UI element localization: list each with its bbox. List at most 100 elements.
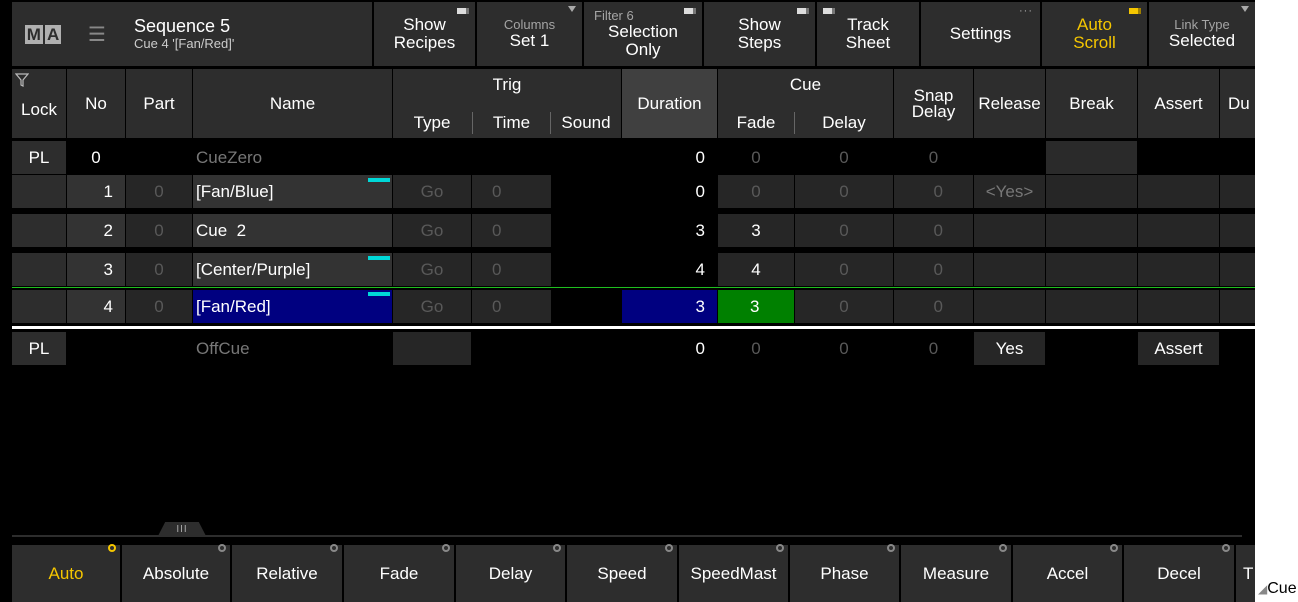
column-header-delay[interactable]: Delay [795,108,893,138]
cell-release[interactable] [974,253,1045,286]
sequence-title[interactable]: Sequence 5 Cue 4 '[Fan/Red]' [120,2,372,66]
cell-break[interactable] [1046,141,1137,174]
cell-part[interactable]: 0 [126,290,192,323]
encoder-fade-button[interactable]: Fade [344,544,454,602]
cell-duplicate[interactable] [1220,214,1255,247]
column-header-name[interactable]: Name [193,69,392,138]
cell-name[interactable]: [Fan/Blue] [193,175,392,208]
cell-type[interactable]: Go [393,290,471,323]
encoder-relative-button[interactable]: Relative [232,544,342,602]
cell-delay[interactable]: 0 [795,332,893,365]
cell-duration[interactable]: 3 [622,290,717,323]
column-header-snap-delay[interactable]: Snap Delay [894,69,973,138]
cell-part[interactable]: 0 [126,253,192,286]
cell-no[interactable]: 2 [67,214,125,247]
column-header-sound[interactable]: Sound [551,108,621,138]
encoder-delay-button[interactable]: Delay [456,544,565,602]
cell-snap-delay[interactable]: 0 [894,332,973,365]
cell-type[interactable]: Go [393,214,471,247]
cell-snap-delay[interactable]: 0 [894,214,973,247]
cell-duration[interactable]: 3 [622,214,717,247]
cell-lock[interactable] [12,175,66,208]
cell-release[interactable] [974,214,1045,247]
column-header-lock[interactable]: Lock [12,69,66,138]
resize-handle[interactable]: III [158,522,206,536]
cell-assert[interactable]: Assert [1138,332,1219,365]
show-recipes-button[interactable]: Show Recipes [374,2,475,66]
cell-fade[interactable]: 0 [718,175,794,208]
cell-delay[interactable]: 0 [795,141,893,174]
column-header-no[interactable]: No [67,69,125,138]
cell-delay[interactable]: 0 [795,253,893,286]
cell-duration[interactable]: 0 [622,175,717,208]
cell-type[interactable]: Go [393,175,471,208]
encoder-accel-button[interactable]: Accel [1013,544,1122,602]
column-header-break[interactable]: Break [1046,69,1137,138]
cell-time[interactable] [472,332,621,365]
column-header-assert[interactable]: Assert [1138,69,1219,138]
encoder-auto-button[interactable]: Auto [12,544,120,602]
cell-release[interactable] [974,290,1045,323]
cell-no[interactable]: 4 [67,290,125,323]
cell-duplicate[interactable] [1220,332,1255,365]
cell-lock[interactable]: PL [12,332,66,365]
encoder-decel-button[interactable]: Decel [1124,544,1234,602]
cell-time[interactable]: 0 [472,253,551,286]
cell-name[interactable]: CueZero [193,141,392,174]
cell-no[interactable]: 1 [67,175,125,208]
columns-button[interactable]: Columns Set 1 [477,2,582,66]
cell-snap-delay[interactable]: 0 [894,253,973,286]
cell-release[interactable]: <Yes> [974,175,1045,208]
column-header-fade[interactable]: Fade [718,108,794,138]
cell-duplicate[interactable] [1220,175,1255,208]
cell-part[interactable] [126,141,192,174]
cell-duration[interactable]: 0 [622,332,717,365]
cell-sound[interactable] [551,253,621,286]
cell-break[interactable] [1046,290,1137,323]
cell-duplicate[interactable] [1220,253,1255,286]
cell-lock[interactable] [12,290,66,323]
track-sheet-button[interactable]: Track Sheet [817,2,919,66]
encoder-more-button[interactable]: T [1236,545,1255,602]
cell-no[interactable] [67,332,192,365]
cell-snap-delay[interactable]: 0 [894,290,973,323]
cell-type[interactable] [393,141,471,174]
cell-release[interactable] [974,141,1045,174]
cell-assert[interactable] [1138,141,1255,174]
ma-logo[interactable]: MA [12,2,74,66]
list-menu-icon[interactable]: ☰ [74,2,120,66]
cell-fade[interactable]: 0 [718,141,794,174]
cell-type[interactable]: Go [393,253,471,286]
cell-type[interactable] [393,332,471,365]
cell-no[interactable]: 3 [67,253,125,286]
settings-button[interactable]: ··· Settings [921,2,1040,66]
cell-delay[interactable]: 0 [795,175,893,208]
cell-name[interactable]: [Center/Purple] [193,253,392,286]
cell-fade[interactable]: 0 [718,332,794,365]
cell-lock[interactable]: PL [12,141,66,174]
column-header-time[interactable]: Time [473,108,550,138]
cell-name[interactable]: Cue 2 [193,214,392,247]
cell-delay[interactable]: 0 [795,214,893,247]
cell-snap-delay[interactable]: 0 [894,141,973,174]
cell-break[interactable] [1046,253,1137,286]
selection-only-button[interactable]: Filter 6 Selection Only [584,2,702,66]
cell-sound[interactable] [551,214,621,247]
link-type-button[interactable]: Link Type Selected [1149,2,1255,66]
cell-name[interactable]: [Fan/Red] [193,290,392,323]
cell-lock[interactable] [12,253,66,286]
encoder-absolute-button[interactable]: Absolute [122,544,230,602]
cell-time[interactable]: 0 [472,214,551,247]
cell-time[interactable]: 0 [472,175,551,208]
column-header-type[interactable]: Type [393,108,471,138]
cell-release[interactable]: Yes [974,332,1045,365]
cell-break[interactable] [1046,332,1137,365]
column-header-part[interactable]: Part [126,69,192,138]
column-header-release[interactable]: Release [974,69,1045,138]
cell-assert[interactable] [1138,175,1219,208]
cell-assert[interactable] [1138,253,1219,286]
cell-fade[interactable]: 4 [718,253,794,286]
cell-assert[interactable] [1138,290,1219,323]
cell-sound[interactable] [551,175,621,208]
encoder-measure-button[interactable]: Measure [901,544,1011,602]
